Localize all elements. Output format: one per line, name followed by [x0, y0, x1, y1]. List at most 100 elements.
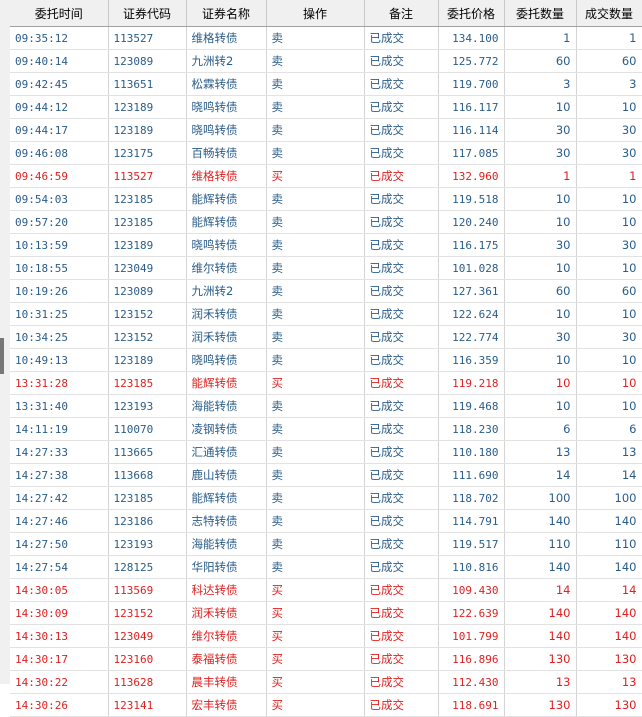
- table-row[interactable]: 14:30:26 123141 宏丰转债买已成交 118.691 130 130: [10, 693, 642, 717]
- table-row[interactable]: 09:57:20 123185 能辉转债卖已成交 120.240 10 10: [10, 210, 642, 234]
- order-qty-cell: 100: [504, 486, 577, 510]
- table-row[interactable]: 14:27:38 113668 鹿山转债卖已成交 111.690 14 14: [10, 463, 642, 487]
- order-time-cell: 14:30:05: [10, 578, 109, 602]
- operation-cell: 卖: [266, 486, 365, 510]
- col-header-remark[interactable]: 备注: [364, 0, 439, 27]
- col-header-order-qty[interactable]: 委托数量: [504, 0, 577, 27]
- operation-cell: 卖: [266, 233, 365, 257]
- table-row[interactable]: 14:11:19 110070 凌钢转债卖已成交 118.230 6 6: [10, 417, 642, 441]
- order-time-cell: 09:44:12: [10, 95, 109, 119]
- security-name-cell: 维格转债: [186, 26, 267, 50]
- security-code-cell: 113668: [108, 463, 187, 487]
- col-header-order-price[interactable]: 委托价格: [438, 0, 505, 27]
- security-code-cell: 113628: [108, 670, 187, 694]
- remark-cell: 已成交: [364, 486, 439, 510]
- table-row[interactable]: 14:30:05 113569 科达转债买已成交 109.430 14 14: [10, 578, 642, 602]
- table-row[interactable]: 14:27:46 123186 志特转债卖已成交 114.791 140 140: [10, 509, 642, 533]
- security-name-cell: 润禾转债: [186, 601, 267, 625]
- table-row[interactable]: 14:30:17 123160 泰福转债买已成交 116.896 130 130: [10, 647, 642, 671]
- operation-cell: 买: [266, 670, 365, 694]
- operation-cell: 买: [266, 371, 365, 395]
- table-row[interactable]: 09:46:59 113527 维格转债买已成交 132.960 1 1: [10, 164, 642, 188]
- operation-cell: 卖: [266, 348, 365, 372]
- security-code-cell: 123189: [108, 95, 187, 119]
- filled-qty-cell: 140: [576, 555, 642, 579]
- table-row[interactable]: 13:31:28 123185 能辉转债买已成交 119.218 10 10: [10, 371, 642, 395]
- remark-cell: 已成交: [364, 417, 439, 441]
- table-row[interactable]: 14:27:50 123193 海能转债卖已成交 119.517 110 110: [10, 532, 642, 556]
- order-qty-cell: 10: [504, 394, 577, 418]
- table-row[interactable]: 09:44:17 123189 晓鸣转债卖已成交 116.114 30 30: [10, 118, 642, 142]
- order-qty-cell: 10: [504, 302, 577, 326]
- security-code-cell: 128125: [108, 555, 187, 579]
- remark-cell: 已成交: [364, 578, 439, 602]
- table-row[interactable]: 09:44:12 123189 晓鸣转债卖已成交 116.117 10 10: [10, 95, 642, 119]
- table-row[interactable]: 10:49:13 123189 晓鸣转债卖已成交 116.359 10 10: [10, 348, 642, 372]
- table-row[interactable]: 09:40:14 123089 九洲转2 卖已成交 125.772 60 60: [10, 49, 642, 73]
- filled-qty-cell: 30: [576, 325, 642, 349]
- order-time-cell: 14:27:46: [10, 509, 109, 533]
- security-name-cell: 晨丰转债: [186, 670, 267, 694]
- col-header-order-time[interactable]: 委托时间: [10, 0, 109, 27]
- operation-cell: 卖: [266, 141, 365, 165]
- left-splitter[interactable]: [0, 0, 10, 684]
- order-price-cell: 119.468: [438, 394, 505, 418]
- remark-cell: 已成交: [364, 371, 439, 395]
- operation-cell: 卖: [266, 302, 365, 326]
- table-row[interactable]: 14:27:33 113665 汇通转债卖已成交 110.180 13 13: [10, 440, 642, 464]
- remark-cell: 已成交: [364, 647, 439, 671]
- operation-cell: 卖: [266, 417, 365, 441]
- col-header-security-code[interactable]: 证券代码: [108, 0, 187, 27]
- security-name-cell: 晓鸣转债: [186, 118, 267, 142]
- order-qty-cell: 1: [504, 164, 577, 188]
- table-row[interactable]: 14:27:54 128125 华阳转债卖已成交 110.816 140 140: [10, 555, 642, 579]
- table-row[interactable]: 10:34:25 123152 润禾转债卖已成交 122.774 30 30: [10, 325, 642, 349]
- operation-cell: 卖: [266, 26, 365, 50]
- order-price-cell: 119.518: [438, 187, 505, 211]
- security-code-cell: 123049: [108, 256, 187, 280]
- table-row[interactable]: 10:19:26 123089 九洲转2 卖已成交 127.361 60 60: [10, 279, 642, 303]
- splitter-handle[interactable]: [0, 338, 4, 374]
- table-row[interactable]: 09:35:12 113527 维格转债卖已成交 134.100 1 1: [10, 26, 642, 50]
- table-row[interactable]: 09:42:45 113651 松霖转债卖已成交 119.700 3 3: [10, 72, 642, 96]
- security-code-cell: 113527: [108, 26, 187, 50]
- operation-cell: 卖: [266, 509, 365, 533]
- filled-qty-cell: 30: [576, 118, 642, 142]
- operation-cell: 买: [266, 164, 365, 188]
- order-time-cell: 14:27:33: [10, 440, 109, 464]
- security-code-cell: 123189: [108, 233, 187, 257]
- security-code-cell: 113665: [108, 440, 187, 464]
- table-row[interactable]: 10:18:55 123049 维尔转债卖已成交 101.028 10 10: [10, 256, 642, 280]
- security-name-cell: 润禾转债: [186, 302, 267, 326]
- table-row[interactable]: 13:31:40 123193 海能转债卖已成交 119.468 10 10: [10, 394, 642, 418]
- remark-cell: 已成交: [364, 26, 439, 50]
- table-row[interactable]: 14:30:13 123049 维尔转债买已成交 101.799 140 140: [10, 624, 642, 648]
- security-code-cell: 123089: [108, 279, 187, 303]
- security-name-cell: 海能转债: [186, 394, 267, 418]
- filled-qty-cell: 13: [576, 670, 642, 694]
- order-time-cell: 14:27:38: [10, 463, 109, 487]
- order-time-cell: 14:30:22: [10, 670, 109, 694]
- security-name-cell: 志特转债: [186, 509, 267, 533]
- table-row[interactable]: 14:27:42 123185 能辉转债卖已成交 118.702 100 100: [10, 486, 642, 510]
- order-time-cell: 09:57:20: [10, 210, 109, 234]
- table-row[interactable]: 14:30:09 123152 润禾转债买已成交 122.639 140 140: [10, 601, 642, 625]
- operation-cell: 买: [266, 647, 365, 671]
- order-qty-cell: 10: [504, 256, 577, 280]
- remark-cell: 已成交: [364, 555, 439, 579]
- table-row[interactable]: 10:13:59 123189 晓鸣转债卖已成交 116.175 30 30: [10, 233, 642, 257]
- order-time-cell: 14:30:26: [10, 693, 109, 717]
- filled-qty-cell: 30: [576, 233, 642, 257]
- order-qty-cell: 130: [504, 693, 577, 717]
- col-header-security-name[interactable]: 证券名称: [186, 0, 267, 27]
- table-row[interactable]: 10:31:25 123152 润禾转债卖已成交 122.624 10 10: [10, 302, 642, 326]
- security-code-cell: 110070: [108, 417, 187, 441]
- table-row[interactable]: 14:30:22 113628 晨丰转债买已成交 112.430 13 13: [10, 670, 642, 694]
- security-name-cell: 科达转债: [186, 578, 267, 602]
- security-code-cell: 123193: [108, 532, 187, 556]
- col-header-filled-qty[interactable]: 成交数量: [576, 0, 642, 27]
- col-header-operation[interactable]: 操作: [266, 0, 365, 27]
- filled-qty-cell: 140: [576, 509, 642, 533]
- table-row[interactable]: 09:46:08 123175 百畅转债卖已成交 117.085 30 30: [10, 141, 642, 165]
- table-row[interactable]: 09:54:03 123185 能辉转债卖已成交 119.518 10 10: [10, 187, 642, 211]
